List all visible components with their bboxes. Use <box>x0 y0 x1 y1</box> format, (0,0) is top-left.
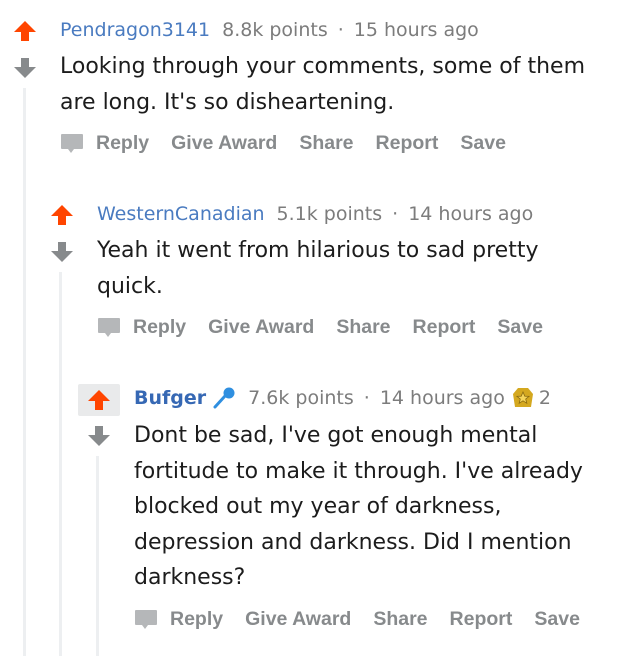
save-button[interactable]: Save <box>497 316 543 339</box>
comment-author[interactable]: Bufger <box>134 386 206 410</box>
meta-separator: · <box>392 203 399 225</box>
comment-bubble-icon <box>134 609 158 631</box>
give-award-button[interactable]: Give Award <box>245 608 351 631</box>
comment-timestamp[interactable]: 14 hours ago <box>380 386 505 410</box>
reply-button[interactable]: Reply <box>133 316 186 339</box>
downvote-button[interactable] <box>85 423 113 449</box>
comment-author[interactable]: Pendragon3141 <box>60 18 210 42</box>
comment-bubble-icon <box>97 317 121 339</box>
gold-award-icon[interactable] <box>511 386 535 410</box>
save-button[interactable]: Save <box>534 608 580 631</box>
comment-bubble-icon <box>60 133 84 155</box>
upvote-button[interactable] <box>78 384 120 416</box>
threadline-level-2[interactable] <box>59 272 62 656</box>
report-button[interactable]: Report <box>413 316 476 339</box>
comment-author[interactable]: WesternCanadian <box>97 202 265 226</box>
comment-line: fortitude to make it through. I've alrea… <box>134 458 583 484</box>
award-count: 2 <box>538 387 551 409</box>
comment-points: 8.8k points <box>222 19 328 41</box>
upvote-arrow-icon <box>88 390 110 410</box>
downvote-arrow-icon <box>14 58 36 78</box>
downvote-button[interactable] <box>11 55 39 81</box>
comment-line: Looking through your comments, some of t… <box>60 54 586 79</box>
share-button[interactable]: Share <box>299 132 353 155</box>
comment-line: Yeah it went from hilarious to sad prett… <box>97 238 539 263</box>
comment-body: Dont be sad, I've got enough mental fort… <box>134 418 583 596</box>
downvote-arrow-icon <box>88 426 110 446</box>
comment-points: 5.1k points <box>276 203 383 225</box>
downvote-button[interactable] <box>48 239 76 265</box>
upvote-arrow-icon <box>14 21 36 41</box>
give-award-button[interactable]: Give Award <box>171 132 277 155</box>
comment-body: Looking through your comments, some of t… <box>60 49 585 120</box>
threadline-level-1[interactable] <box>23 88 26 656</box>
give-award-button[interactable]: Give Award <box>208 316 314 339</box>
threadline-level-3[interactable] <box>96 456 99 656</box>
reply-button[interactable]: Reply <box>96 132 149 155</box>
report-button[interactable]: Report <box>376 132 439 155</box>
comment-points: 7.6k points <box>248 387 354 409</box>
upvote-button[interactable] <box>48 202 76 228</box>
microphone-icon <box>212 386 236 410</box>
upvote-arrow-icon <box>51 205 73 225</box>
share-button[interactable]: Share <box>373 608 427 631</box>
reply-button[interactable]: Reply <box>170 608 223 631</box>
upvote-button[interactable] <box>11 18 39 44</box>
comment-line: depression and darkness. Did I mention <box>134 529 572 555</box>
comment-line: darkness? <box>134 565 246 590</box>
comment-line: blocked out my year of darkness, <box>134 494 502 519</box>
comment-timestamp[interactable]: 15 hours ago <box>354 18 479 42</box>
comment-timestamp[interactable]: 14 hours ago <box>408 202 533 226</box>
comment-line: quick. <box>97 273 163 299</box>
meta-separator: · <box>363 387 370 409</box>
comment-line: Dont be sad, I've got enough mental <box>134 423 538 448</box>
report-button[interactable]: Report <box>450 608 513 631</box>
save-button[interactable]: Save <box>460 132 506 155</box>
comment-body: Yeah it went from hilarious to sad prett… <box>97 233 538 304</box>
meta-separator: · <box>337 19 344 41</box>
comment-line: are long. It's so disheartening. <box>60 89 395 115</box>
share-button[interactable]: Share <box>336 316 390 339</box>
downvote-arrow-icon <box>51 242 73 262</box>
